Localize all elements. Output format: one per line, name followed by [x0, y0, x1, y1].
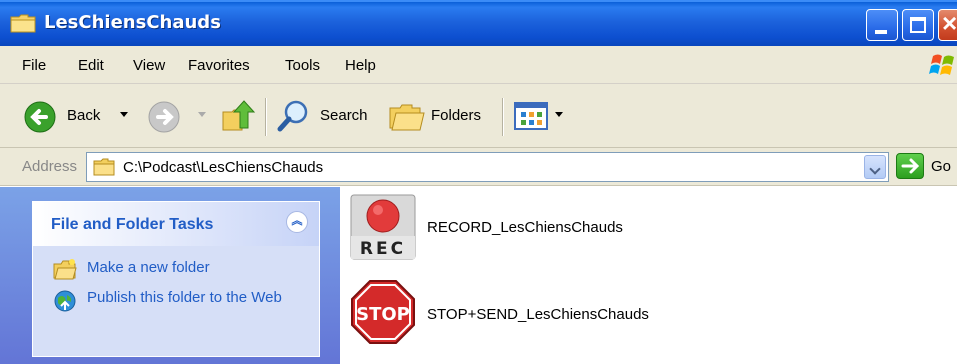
menu-help[interactable]: Help	[345, 57, 376, 74]
maximize-button[interactable]	[902, 9, 934, 41]
stop-icon-text: STOP	[356, 304, 410, 325]
address-bar: Address C:\Podcast\LesChiensChauds Go	[0, 148, 957, 186]
views-dropdown-icon	[555, 112, 563, 117]
search-label: Search	[320, 107, 368, 124]
task-panel-header[interactable]: File and Folder Tasks ︽	[33, 202, 319, 246]
go-arrow-icon	[901, 158, 920, 174]
search-button[interactable]: Search	[276, 84, 376, 148]
menu-favorites[interactable]: Favorites	[188, 57, 250, 74]
window-title: LesChiensChauds	[44, 12, 221, 33]
file-name-stop-send: STOP+SEND_LesChiensChauds	[427, 306, 649, 323]
address-input[interactable]: C:\Podcast\LesChiensChauds	[86, 152, 889, 182]
toolbar-separator	[502, 98, 503, 136]
back-dropdown-icon[interactable]	[120, 112, 128, 117]
minimize-button[interactable]	[866, 9, 898, 41]
menu-bar: File Edit View Favorites Tools Help	[0, 46, 957, 84]
forward-arrow-icon	[148, 101, 180, 133]
menu-file[interactable]: File	[22, 57, 46, 74]
rec-icon-text: REC	[360, 239, 406, 259]
up-folder-icon	[222, 100, 256, 131]
views-button[interactable]	[514, 84, 568, 148]
go-label[interactable]: Go	[931, 158, 951, 175]
address-path: C:\Podcast\LesChiensChauds	[123, 159, 324, 176]
menu-view[interactable]: View	[133, 57, 165, 74]
file-folder-tasks-panel: File and Folder Tasks ︽ Make a new folde…	[32, 201, 320, 357]
minimize-icon	[875, 30, 887, 34]
menu-tools[interactable]: Tools	[285, 57, 320, 74]
publish-folder-web-link[interactable]: Publish this folder to the Web	[87, 288, 287, 308]
stop-sign-icon: STOP	[351, 280, 415, 344]
forward-button[interactable]	[148, 84, 194, 148]
toolbar-separator	[265, 98, 266, 136]
new-folder-icon	[53, 259, 77, 280]
folder-icon	[93, 158, 115, 176]
back-label: Back	[67, 107, 101, 124]
folders-label: Folders	[431, 107, 482, 124]
folders-icon	[389, 104, 425, 131]
collapse-chevron-icon[interactable]: ︽	[286, 211, 308, 233]
address-dropdown-icon[interactable]	[864, 155, 886, 179]
close-button[interactable]: ×	[938, 8, 957, 41]
file-name-record: RECORD_LesChiensChauds	[427, 219, 623, 236]
close-icon: ×	[942, 8, 957, 38]
address-label: Address	[22, 158, 78, 175]
menu-edit[interactable]: Edit	[78, 57, 104, 74]
maximize-icon	[910, 17, 926, 33]
file-list: REC RECORD_LesChiensChauds STOP STOP+SEN…	[340, 187, 957, 364]
search-icon	[277, 100, 308, 132]
task-panel-title: File and Folder Tasks	[51, 216, 214, 233]
forward-dropdown-icon[interactable]	[198, 112, 206, 117]
back-button[interactable]: Back	[22, 84, 132, 148]
go-button[interactable]	[896, 153, 924, 179]
folders-button[interactable]: Folders	[388, 84, 494, 148]
task-pane: File and Folder Tasks ︽ Make a new folde…	[0, 187, 340, 364]
make-new-folder-link[interactable]: Make a new folder	[87, 258, 210, 278]
folder-icon	[10, 14, 36, 33]
toolbar: Back Search Folders	[0, 84, 957, 148]
title-bar: LesChiensChauds ×	[0, 0, 957, 46]
publish-web-icon	[54, 290, 76, 312]
back-arrow-icon	[24, 101, 56, 133]
views-icon	[514, 102, 548, 130]
up-folder-button[interactable]	[218, 84, 258, 148]
windows-logo-icon	[929, 54, 954, 75]
rec-icon: REC	[350, 194, 416, 260]
file-item-record[interactable]: REC RECORD_LesChiensChauds	[350, 194, 670, 266]
file-item-stop-send[interactable]: STOP STOP+SEND_LesChiensChauds	[350, 279, 690, 351]
